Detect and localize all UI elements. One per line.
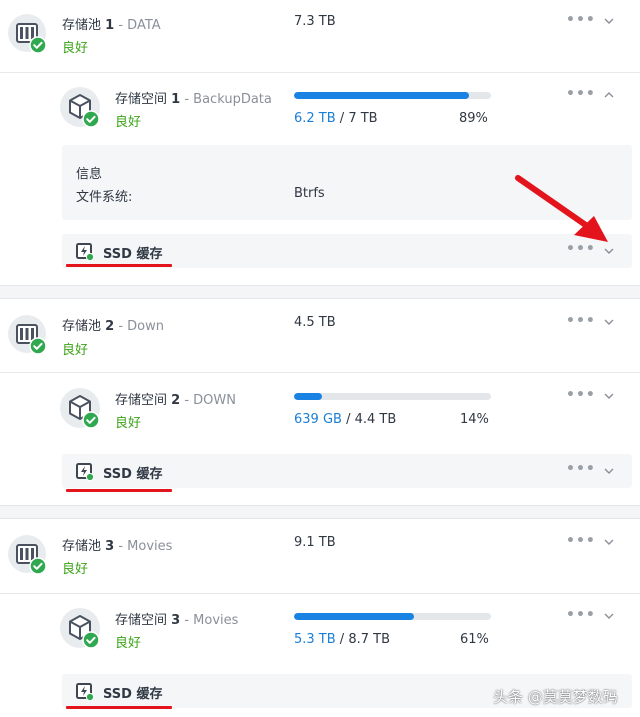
volume-title: 存储空间 2 - DOWN <box>115 393 236 408</box>
usage-text: 639 GB / 4.4 TB <box>294 412 397 427</box>
volume-icon <box>60 388 102 434</box>
info-title: 信息 <box>76 167 103 182</box>
more-options-button[interactable]: ••• <box>566 533 596 549</box>
chevron-down-icon[interactable] <box>603 610 615 626</box>
pool-size: 4.5 TB <box>294 315 336 330</box>
ssd-cache-icon <box>76 243 95 265</box>
pool-status: 良好 <box>62 343 89 358</box>
storage-pool-icon <box>8 14 48 58</box>
usage-percent: 61% <box>460 632 489 647</box>
volume-icon <box>60 87 102 133</box>
chevron-down-icon[interactable] <box>603 390 615 406</box>
chevron-down-icon[interactable] <box>603 316 615 332</box>
underline-annotation <box>66 264 172 267</box>
ssd-cache-icon <box>76 463 95 485</box>
volume-status: 良好 <box>115 636 142 651</box>
volume-status: 良好 <box>115 416 142 431</box>
pool-status: 良好 <box>62 41 89 56</box>
pool-title: 存储池 3 - Movies <box>62 539 173 554</box>
more-options-button[interactable]: ••• <box>566 12 596 28</box>
storage-pool-icon <box>8 535 48 579</box>
chevron-down-icon[interactable] <box>603 15 615 31</box>
filesystem-value: Btrfs <box>294 186 325 201</box>
ssd-cache-label: SSD 缓存 <box>103 467 163 482</box>
pool-status: 良好 <box>62 562 89 577</box>
usage-bar <box>294 92 491 99</box>
usage-bar <box>294 393 491 400</box>
ssd-cache-icon <box>76 683 95 705</box>
volume-icon <box>60 608 102 654</box>
pool-title: 存储池 2 - Down <box>62 319 165 334</box>
usage-percent: 14% <box>460 412 489 427</box>
volume-title: 存储空间 3 - Movies <box>115 613 239 628</box>
usage-bar-fill <box>294 393 322 400</box>
storage-pool-icon <box>8 315 48 359</box>
volume-status: 良好 <box>115 115 142 130</box>
ssd-cache-label: SSD 缓存 <box>103 687 163 702</box>
underline-annotation <box>66 489 172 492</box>
usage-bar-fill <box>294 613 415 620</box>
volume-title: 存储空间 1 - BackupData <box>115 92 272 107</box>
watermark: 头条 @莫莫梦数码 <box>493 688 618 706</box>
usage-bar-fill <box>294 92 470 99</box>
pool-size: 9.1 TB <box>294 535 336 550</box>
ssd-cache-label: SSD 缓存 <box>103 247 163 262</box>
more-options-button[interactable]: ••• <box>566 461 596 477</box>
usage-bar <box>294 613 491 620</box>
ssd-cache-row[interactable]: SSD 缓存 ••• <box>62 454 632 488</box>
chevron-down-icon[interactable] <box>603 536 615 552</box>
usage-percent: 89% <box>459 111 488 126</box>
more-options-button[interactable]: ••• <box>566 387 596 403</box>
usage-text: 6.2 TB / 7 TB <box>294 111 378 126</box>
pool-size: 7.3 TB <box>294 14 336 29</box>
filesystem-label: 文件系统: <box>76 190 133 205</box>
arrow-annotation-icon <box>510 172 620 256</box>
chevron-up-icon[interactable] <box>603 89 615 105</box>
more-options-button[interactable]: ••• <box>566 313 596 329</box>
pool-title: 存储池 1 - DATA <box>62 18 161 33</box>
chevron-down-icon[interactable] <box>603 465 615 481</box>
underline-annotation <box>66 706 172 709</box>
more-options-button[interactable]: ••• <box>566 607 596 623</box>
more-options-button[interactable]: ••• <box>566 86 596 102</box>
usage-text: 5.3 TB / 8.7 TB <box>294 632 390 647</box>
